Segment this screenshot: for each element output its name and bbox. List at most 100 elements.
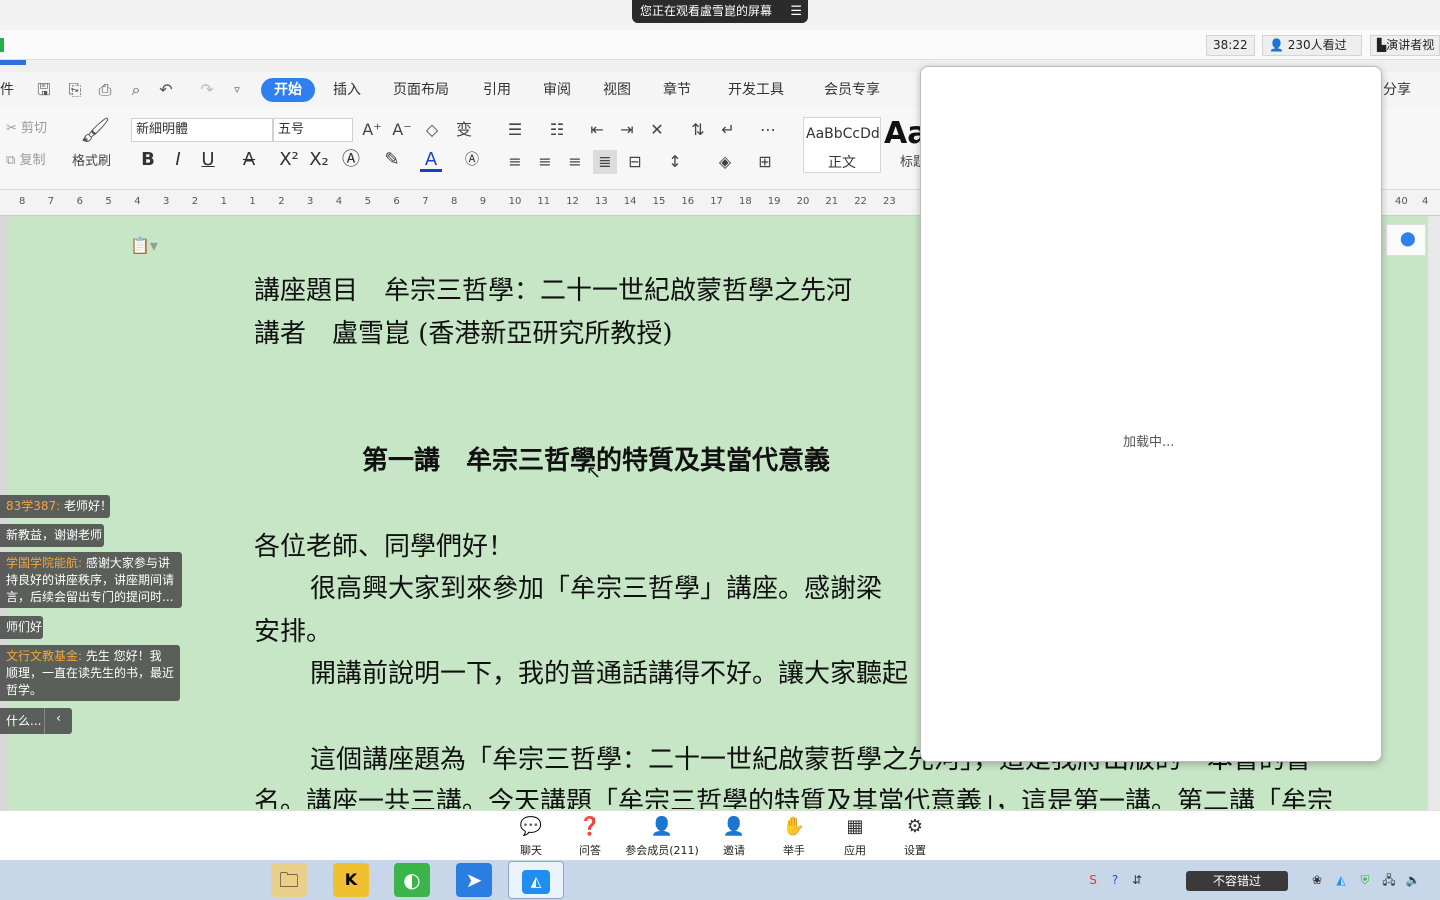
chinese-layout-icon[interactable]: ✕: [645, 118, 669, 142]
settings-label[interactable]: 设置: [903, 842, 927, 858]
person-icon: 👤: [1269, 38, 1284, 52]
tab-insert[interactable]: 插入: [333, 80, 361, 100]
mouse-cursor-icon: ↖: [586, 462, 602, 483]
copy-button[interactable]: ⧉ 复制: [6, 152, 45, 170]
tab-references[interactable]: 引用: [483, 80, 511, 100]
tab-review[interactable]: 审阅: [543, 80, 571, 100]
meeting-app-icon[interactable]: ◭: [508, 861, 564, 899]
sort-icon[interactable]: ⇅: [686, 118, 710, 142]
participants-label[interactable]: 参会成员(211): [624, 842, 700, 858]
highlight-icon[interactable]: ✎: [381, 148, 403, 172]
align-center-icon[interactable]: ≡: [533, 150, 557, 174]
line-spacing-icon[interactable]: ↕: [663, 150, 687, 174]
borders-icon[interactable]: ⊞: [753, 150, 777, 174]
screen-share-indicator[interactable]: 您正在观看盧雪崑的屏幕 ☰: [632, 0, 808, 23]
tray-shield-icon[interactable]: ⛨: [1356, 871, 1374, 889]
redo-icon[interactable]: ↷: [197, 80, 217, 100]
network-icon[interactable]: 🖧: [1380, 871, 1398, 889]
ruler-tick-label: 15: [652, 196, 666, 207]
paste-options-icon[interactable]: 📋▾: [130, 236, 158, 255]
style-normal[interactable]: AaBbCcDd 正文: [803, 117, 881, 173]
ad-tray-badge[interactable]: 不容错过: [1186, 871, 1288, 891]
presenter-view-button[interactable]: ▙演讲者视: [1370, 35, 1440, 56]
char-border-icon[interactable]: Ⓐ: [461, 148, 483, 172]
collapse-chat-icon[interactable]: ‹: [44, 708, 72, 734]
tab-view[interactable]: 视图: [603, 80, 631, 100]
align-right-icon[interactable]: ≡: [563, 150, 587, 174]
undo-icon[interactable]: ↶: [156, 80, 176, 100]
raise-hand-label[interactable]: 举手: [782, 842, 806, 858]
numbered-list-icon[interactable]: ☷: [545, 118, 569, 142]
font-color-icon[interactable]: A: [420, 148, 442, 172]
vertical-scrollbar[interactable]: [1428, 216, 1440, 810]
bird-app-icon[interactable]: ➤: [456, 863, 492, 897]
tab-member[interactable]: 会员专享: [824, 80, 880, 100]
print-preview-icon[interactable]: ⌕: [126, 80, 146, 100]
cut-button[interactable]: ✂ 剪切: [6, 120, 47, 138]
decrease-indent-icon[interactable]: ⇤: [585, 118, 609, 142]
presenter-view-label: 演讲者视: [1386, 38, 1435, 52]
format-painter-icon[interactable]: 🖌: [80, 116, 110, 144]
strikethrough-icon[interactable]: A: [238, 148, 260, 172]
grow-font-icon[interactable]: A⁺: [360, 118, 384, 142]
shrink-font-icon[interactable]: A⁻: [390, 118, 414, 142]
tray-meeting-icon[interactable]: ◭: [1332, 871, 1350, 889]
distributed-icon[interactable]: ⊟: [623, 150, 647, 174]
side-panel-button[interactable]: ⬤: [1386, 224, 1426, 256]
italic-icon[interactable]: I: [167, 148, 189, 172]
tray-app-icon[interactable]: ❀: [1308, 871, 1326, 889]
customize-chevron-icon[interactable]: ▿: [227, 80, 247, 100]
share-button[interactable]: 分享: [1383, 80, 1411, 100]
raise-hand-icon[interactable]: ✋: [782, 816, 806, 838]
invite-label[interactable]: 邀请: [722, 842, 746, 858]
loading-panel[interactable]: [920, 66, 1382, 762]
chat-input-preview[interactable]: 什么... ‹: [0, 708, 72, 734]
sogou-ime-icon[interactable]: S: [1084, 871, 1102, 889]
file-explorer-icon[interactable]: 🗀: [271, 863, 307, 897]
menu-lines-icon[interactable]: ☰: [790, 0, 802, 23]
font-size-select[interactable]: 五号: [273, 118, 353, 142]
save-icon[interactable]: 🖫: [34, 80, 54, 100]
apps-label[interactable]: 应用: [843, 842, 867, 858]
bold-icon[interactable]: B: [137, 148, 159, 172]
text-effect-icon[interactable]: Ⓐ: [340, 148, 362, 172]
chat-message: 新教益，谢谢老师: [0, 524, 104, 547]
participants-icon[interactable]: 👤: [650, 816, 674, 838]
wechat-icon[interactable]: ◐: [394, 863, 430, 897]
tray-arrow-icon[interactable]: ⇵: [1128, 871, 1146, 889]
clear-format-icon[interactable]: ◇: [420, 118, 444, 142]
tab-chapter[interactable]: 章节: [663, 80, 691, 100]
chat-sender: 学国学院能航:: [6, 556, 83, 570]
bullet-list-icon[interactable]: ☰: [503, 118, 527, 142]
kt-app-icon[interactable]: K: [333, 863, 369, 897]
pinyin-icon[interactable]: 变: [452, 118, 476, 142]
chat-icon[interactable]: 💬: [519, 816, 543, 838]
qa-label[interactable]: 问答: [578, 842, 602, 858]
export-pdf-icon[interactable]: ⎘: [65, 80, 85, 100]
show-marks-icon[interactable]: ↵: [716, 118, 740, 142]
print-icon[interactable]: ⎙: [95, 80, 115, 100]
font-name-select[interactable]: 新細明體: [131, 118, 273, 142]
invite-icon[interactable]: 👤: [722, 816, 746, 838]
settings-gear-icon[interactable]: ⚙: [903, 816, 927, 838]
increase-indent-icon[interactable]: ⇥: [615, 118, 639, 142]
superscript-icon[interactable]: X²: [278, 148, 300, 172]
ruler-tick-label: 13: [595, 196, 608, 207]
tab-start[interactable]: 开始: [261, 78, 315, 102]
justify-icon[interactable]: ≣: [593, 150, 617, 174]
subscript-icon[interactable]: X₂: [308, 148, 330, 172]
tab-file[interactable]: 件: [0, 80, 14, 100]
qa-icon[interactable]: ❓: [578, 816, 602, 838]
underline-icon[interactable]: U: [197, 148, 219, 172]
tab-dev-tools[interactable]: 开发工具: [728, 80, 784, 100]
loading-text: 加载中...: [1123, 435, 1175, 450]
align-left-icon[interactable]: ≡: [503, 150, 527, 174]
shading-icon[interactable]: ◈: [713, 150, 737, 174]
tab-page-layout[interactable]: 页面布局: [393, 80, 449, 100]
chat-label[interactable]: 聊天: [519, 842, 543, 858]
format-painter-label[interactable]: 格式刷: [72, 153, 111, 171]
tab-stops-icon[interactable]: ⋯: [756, 118, 780, 142]
help-icon[interactable]: ?: [1106, 871, 1124, 889]
apps-icon[interactable]: ▦: [843, 816, 867, 838]
volume-icon[interactable]: 🔈: [1404, 871, 1422, 889]
